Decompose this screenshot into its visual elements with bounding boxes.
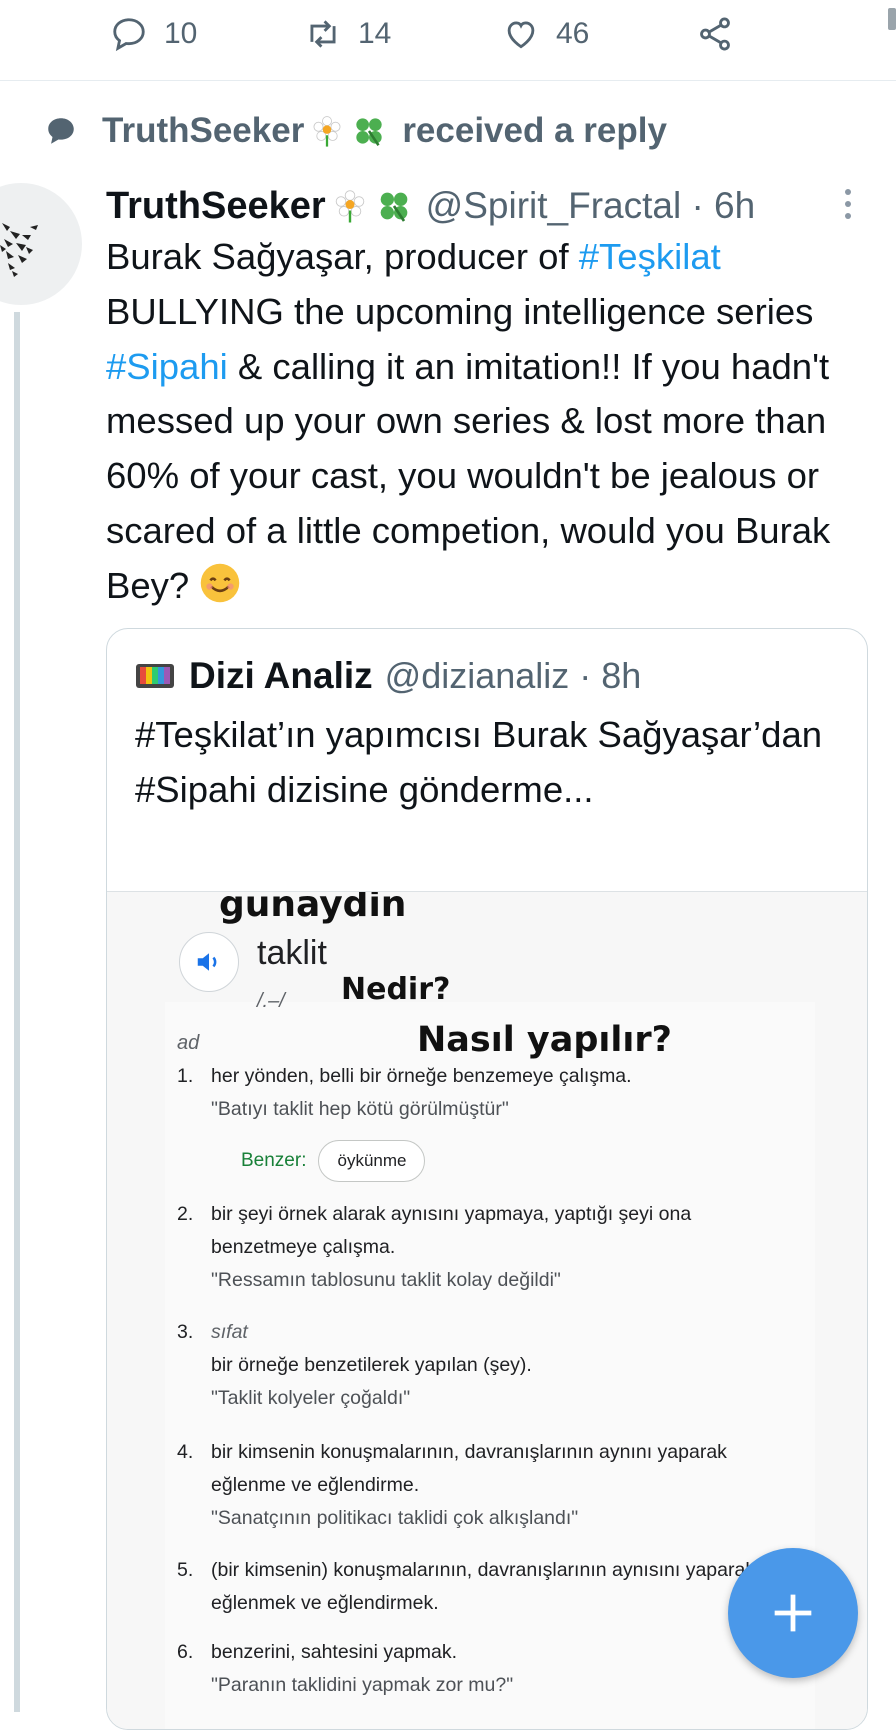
definition-number: 6.	[177, 1641, 194, 1663]
meme-text-top: gunaydin	[219, 891, 407, 925]
part-of-speech: ad	[177, 1032, 200, 1054]
retweet-icon	[310, 20, 336, 48]
avatar-birds-image	[0, 223, 38, 277]
plus-icon	[774, 1594, 812, 1632]
phonetic: /.–/	[257, 990, 285, 1012]
definition-number: 4.	[177, 1441, 194, 1463]
similar-words: Benzer: öykünme	[241, 1140, 426, 1182]
more-icon[interactable]	[840, 184, 856, 224]
heart-icon	[507, 21, 535, 49]
thread-line	[14, 312, 20, 1712]
definition-item: 6. benzerini, sahtesini yapmak. "Paranın…	[177, 1636, 771, 1702]
dictionary-word: taklit	[257, 934, 327, 972]
flower-emoji-icon	[335, 190, 364, 223]
share-icon	[700, 17, 730, 51]
smile-emoji-icon	[201, 563, 240, 603]
speaker-icon	[197, 953, 217, 971]
definition-example: "Taklit kolyeler çoğaldı"	[211, 1387, 411, 1409]
definition-number: 1.	[177, 1065, 194, 1087]
definition-number: 2.	[177, 1203, 194, 1225]
hashtag-link[interactable]: #Sipahi	[106, 346, 228, 387]
quoted-handle-timestamp[interactable]: @dizianaliz · 8h	[385, 655, 642, 697]
definition-example: "Sanatçının politikacı taklidi çok alkış…	[211, 1507, 579, 1529]
compose-tweet-button[interactable]	[728, 1548, 858, 1678]
notification-context: TruthSeeker received a reply	[44, 106, 667, 156]
display-name-text: TruthSeeker	[106, 184, 326, 227]
reply-button[interactable]: 10	[110, 14, 197, 54]
similar-label: Benzer:	[241, 1150, 307, 1171]
definition-example: "Ressamın tablosunu taklit kolay değildi…	[211, 1269, 561, 1291]
definition-example: "Batıyı taklit hep kötü görülmüştür"	[211, 1098, 509, 1120]
definition-item: 3. sıfat bir örneğe benzetilerek yapılan…	[177, 1316, 771, 1415]
similar-chip[interactable]: öykünme	[318, 1140, 426, 1182]
hashtag-link[interactable]: #Teşkilat	[579, 236, 721, 277]
definition-example: "Paranın taklidini yapmak zor mu?"	[211, 1674, 514, 1696]
retweet-button[interactable]: 14	[304, 14, 391, 54]
tweet-text: Burak Sağyaşar, producer of #Teşkilat BU…	[106, 230, 886, 614]
context-text: TruthSeeker received a reply	[102, 111, 667, 151]
tweet-header: TruthSeeker @Spirit_Fractal · 6h	[106, 180, 755, 232]
retweet-count: 14	[358, 17, 392, 50]
definition-word-form: sıfat	[211, 1321, 248, 1343]
tweet-action-bar: 10 14 46	[0, 0, 896, 81]
quoted-tweet-text: #Teşkilat’ın yapımcısı Burak Sağyaşar’da…	[135, 714, 823, 810]
handle-timestamp[interactable]: @Spirit_Fractal · 6h	[426, 185, 756, 227]
definition-item: 4. bir kimsenin konuşmalarının, davranış…	[177, 1436, 771, 1535]
definition-text: bir örneğe benzetilerek yapılan (şey).	[211, 1354, 532, 1376]
clover-emoji-icon	[380, 192, 407, 222]
definition-text: bir şeyi örnek alarak aynısını yapmaya, …	[211, 1203, 692, 1258]
display-name[interactable]: TruthSeeker	[106, 185, 414, 228]
reply-icon	[113, 18, 145, 52]
meme-text-mid: Nedir?	[341, 972, 451, 1007]
share-button[interactable]	[696, 14, 734, 54]
definition-text: (bir kimsenin) konuşmalarının, davranışl…	[211, 1559, 756, 1614]
flower-emoji-icon	[313, 116, 341, 147]
avatar[interactable]	[0, 183, 82, 305]
quoted-tweet-header: Dizi Analiz @dizianaliz · 8h	[135, 651, 641, 701]
meme-text-bottom: Nasıl yapılır?	[417, 1020, 672, 1060]
speaker-button[interactable]	[179, 932, 239, 992]
like-button[interactable]: 46	[502, 14, 589, 54]
definition-text: benzerini, sahtesini yapmak.	[211, 1641, 458, 1663]
definition-text: bir kimsenin konuşmalarının, davranışlar…	[211, 1441, 727, 1496]
clover-emoji-icon	[356, 118, 382, 146]
context-user[interactable]: TruthSeeker	[102, 111, 304, 151]
definition-item: 1. her yönden, belli bir örneğe benzemey…	[177, 1060, 771, 1126]
definition-number: 5.	[177, 1559, 194, 1581]
tweet-text-part: Burak Sağyaşar, producer of	[106, 236, 579, 277]
tv-emoji-icon	[136, 664, 174, 688]
definition-number: 3.	[177, 1321, 194, 1343]
scrollbar-thumb[interactable]	[888, 8, 896, 30]
speech-bubble-icon	[48, 118, 74, 144]
reply-count: 10	[164, 17, 198, 50]
like-count: 46	[556, 17, 590, 50]
tweet-text-part: BULLYING the upcoming intelligence serie…	[106, 290, 814, 332]
definition-item: 5. (bir kimsenin) konuşmalarının, davran…	[177, 1554, 771, 1620]
context-action: received a reply	[402, 111, 667, 150]
definition-item: 2. bir şeyi örnek alarak aynısını yapmay…	[177, 1198, 771, 1297]
definition-text: her yönden, belli bir örneğe benzemeye ç…	[211, 1065, 632, 1087]
quoted-display-name[interactable]: Dizi Analiz	[189, 655, 373, 697]
